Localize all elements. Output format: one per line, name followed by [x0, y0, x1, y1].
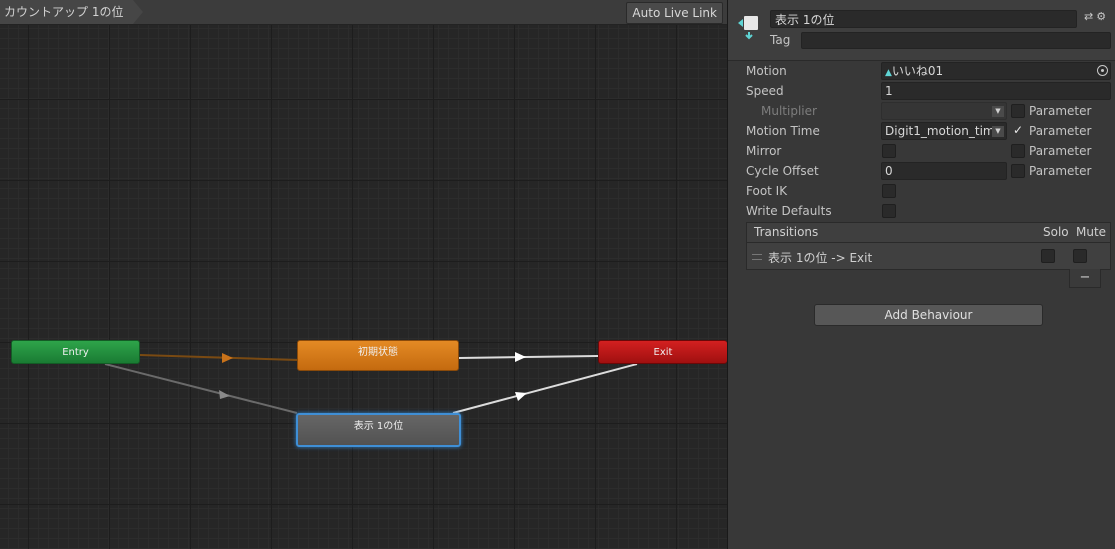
object-picker-icon[interactable]	[1097, 65, 1108, 76]
speed-label: Speed	[746, 84, 784, 98]
chevron-down-icon: ▼	[992, 106, 1004, 117]
animator-state-icon	[738, 16, 758, 40]
motion-field[interactable]: ▲いいね01	[881, 62, 1111, 80]
motion-time-label: Motion Time	[746, 124, 820, 138]
exit-node[interactable]: Exit	[598, 340, 727, 364]
drag-handle-icon[interactable]	[752, 254, 762, 260]
gear-icon[interactable]: ⚙	[1096, 10, 1109, 23]
cycle-offset-parameter-checkbox[interactable]	[1011, 164, 1025, 178]
remove-transition-button[interactable]: −	[1069, 269, 1101, 288]
transition-solo-checkbox[interactable]	[1041, 249, 1055, 263]
transition-label: 表示 1の位 -> Exit	[768, 251, 873, 265]
write-defaults-label: Write Defaults	[746, 204, 832, 218]
motion-value: いいね01	[891, 64, 944, 78]
motion-time-parameter-checkbox[interactable]: ✓	[1011, 124, 1025, 138]
cycle-offset-parameter-label: Parameter	[1029, 164, 1092, 178]
tag-field[interactable]	[801, 32, 1111, 49]
edge-arrow-selected-exit	[515, 392, 527, 401]
edge-arrow-default-exit	[515, 352, 526, 362]
animation-clip-icon: ▲	[885, 68, 892, 78]
multiplier-label: Multiplier	[761, 104, 817, 118]
transition-row[interactable]: 表示 1の位 -> Exit	[747, 243, 1110, 269]
edge-selected-to-exit[interactable]	[452, 363, 638, 414]
mirror-parameter-label: Parameter	[1029, 144, 1092, 158]
add-behaviour-button[interactable]: Add Behaviour	[814, 304, 1043, 326]
speed-field[interactable]: 1	[881, 82, 1111, 100]
selected-state-node[interactable]: 表示 1の位	[296, 413, 461, 447]
transitions-list: Transitions Solo Mute 表示 1の位 -> Exit	[746, 222, 1111, 270]
breadcrumb[interactable]: カウントアップ 1の位	[0, 0, 144, 24]
chevron-down-icon: ▼	[992, 126, 1004, 137]
transitions-title: Transitions	[754, 225, 819, 239]
write-defaults-checkbox[interactable]	[882, 204, 896, 218]
inspector-header: 表示 1の位 ⇄⚙ Tag	[728, 0, 1115, 61]
mute-column-label: Mute	[1076, 225, 1107, 239]
transitions-header: Transitions Solo Mute	[747, 223, 1110, 243]
entry-node[interactable]: Entry	[11, 340, 140, 364]
mirror-checkbox[interactable]	[882, 144, 896, 158]
multiplier-parameter-checkbox[interactable]	[1011, 104, 1025, 118]
auto-live-link-button[interactable]: Auto Live Link	[626, 2, 723, 24]
edge-arrow-entry-default	[222, 353, 233, 363]
solo-column-label: Solo	[1043, 225, 1069, 239]
edge-entry-to-default[interactable]	[139, 354, 298, 361]
transition-mute-checkbox[interactable]	[1073, 249, 1087, 263]
edge-entry-to-selected[interactable]	[104, 363, 298, 414]
motion-time-value: Digit1_motion_time	[885, 124, 1002, 138]
mirror-label: Mirror	[746, 144, 782, 158]
cycle-offset-field[interactable]: 0	[881, 162, 1007, 180]
motion-label: Motion	[746, 64, 787, 78]
mirror-parameter-checkbox[interactable]	[1011, 144, 1025, 158]
inspector-panel: 表示 1の位 ⇄⚙ Tag Motion ▲いいね01 Speed 1 Mult…	[728, 0, 1115, 549]
animator-graph[interactable]: カウントアップ 1の位 Auto Live Link Entry 初期状態 Ex…	[0, 0, 727, 549]
motion-time-dropdown[interactable]: Digit1_motion_time ▼	[881, 122, 1007, 140]
foot-ik-label: Foot IK	[746, 184, 788, 198]
cycle-offset-label: Cycle Offset	[746, 164, 819, 178]
motion-time-parameter-label: Parameter	[1029, 124, 1092, 138]
default-state-node[interactable]: 初期状態	[297, 340, 459, 371]
graph-toolbar: カウントアップ 1の位 Auto Live Link	[0, 0, 727, 25]
state-name-field[interactable]: 表示 1の位	[770, 10, 1077, 28]
multiplier-dropdown: ▼	[881, 102, 1007, 120]
transition-edges	[104, 352, 638, 414]
preset-icon[interactable]: ⇄	[1084, 10, 1096, 23]
header-icons: ⇄⚙	[1084, 10, 1109, 23]
foot-ik-checkbox[interactable]	[882, 184, 896, 198]
edge-default-to-exit[interactable]	[458, 355, 599, 359]
tag-label: Tag	[770, 33, 791, 47]
multiplier-parameter-label: Parameter	[1029, 104, 1092, 118]
